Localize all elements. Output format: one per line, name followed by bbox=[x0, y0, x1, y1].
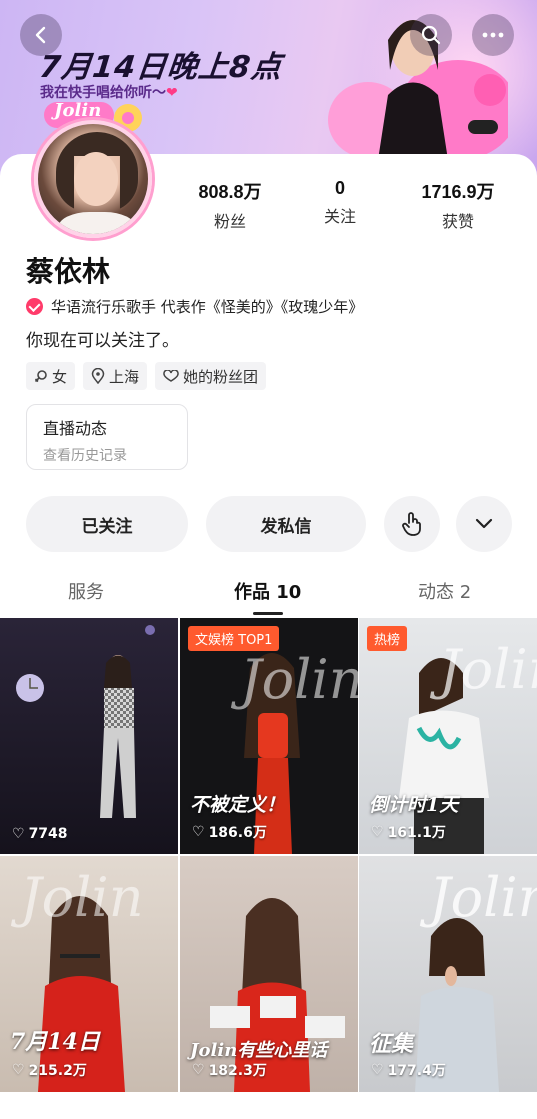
profile-name: 蔡依林 bbox=[26, 255, 111, 288]
female-icon bbox=[34, 370, 47, 383]
posts-grid: ♡ 7748 Jolin 文娱榜 TOP1 不被定义！ ♡ 186.6万 Jol… bbox=[0, 618, 537, 1119]
more-button[interactable] bbox=[472, 14, 514, 56]
post-caption: 不被定义！ bbox=[190, 794, 286, 816]
profile-tabs: 服务 作品 10 动态 2 bbox=[0, 572, 537, 618]
heart-icon: ♡ bbox=[371, 824, 384, 840]
stat-followers[interactable]: 808.8万 粉丝 bbox=[170, 178, 290, 232]
post-image bbox=[16, 625, 155, 818]
chevron-left-icon bbox=[35, 26, 46, 44]
back-button[interactable] bbox=[20, 14, 62, 56]
message-button[interactable]: 发私信 bbox=[206, 496, 366, 552]
banner-title: 7月14日晚上8点 bbox=[37, 50, 284, 85]
post-badge: 文娱榜 TOP1 bbox=[188, 626, 280, 651]
heart-icon: ♡ bbox=[192, 1062, 205, 1078]
search-icon bbox=[421, 25, 441, 45]
tab-moments[interactable]: 动态 2 bbox=[418, 578, 471, 604]
location-icon bbox=[91, 368, 105, 384]
heart-icon: ♡ bbox=[192, 824, 205, 840]
jolin-script-watermark: Jolin bbox=[439, 638, 537, 701]
post-likes: ♡ 186.6万 bbox=[192, 824, 267, 841]
post-thumbnail[interactable]: ♡ 7748 bbox=[0, 618, 178, 854]
action-bar: 已关注 发私信 bbox=[26, 496, 514, 552]
avatar-face bbox=[74, 152, 118, 206]
jolin-script-watermark: Jolin bbox=[429, 866, 537, 929]
post-likes: ♡ 177.4万 bbox=[371, 1062, 446, 1079]
verified-icon bbox=[26, 298, 43, 315]
avatar-container[interactable]: Jolin bbox=[24, 96, 160, 238]
post-likes: ♡ 161.1万 bbox=[371, 824, 446, 841]
stat-label: 关注 bbox=[323, 207, 356, 226]
stat-value: 808.8万 bbox=[198, 182, 262, 202]
heart-icon: ♡ bbox=[371, 1062, 384, 1078]
chevron-down-icon bbox=[475, 518, 493, 529]
post-thumbnail[interactable]: Jolin 文娱榜 TOP1 不被定义！ ♡ 186.6万 bbox=[180, 618, 358, 854]
heart-icon: ♡ bbox=[12, 826, 25, 842]
expand-button[interactable] bbox=[456, 496, 512, 552]
post-thumbnail[interactable]: Jolin 征集 ♡ 177.4万 bbox=[359, 856, 537, 1092]
tag-label: 女 bbox=[52, 367, 68, 386]
jolin-script-watermark: Jolin bbox=[20, 866, 144, 929]
stat-value: 0 bbox=[334, 178, 345, 198]
profile-stats: 808.8万 粉丝 0 关注 1716.9万 获赞 bbox=[170, 178, 537, 231]
post-likes: ♡ 215.2万 bbox=[12, 1062, 87, 1079]
hand-pointer-icon bbox=[402, 512, 421, 536]
profile-bio: 你现在可以关注了。 bbox=[26, 331, 179, 351]
post-likes: ♡ 7748 bbox=[12, 826, 68, 842]
profile-tags: 女 上海 她的粉丝团 bbox=[26, 362, 267, 390]
post-thumbnail[interactable]: Jolin 热榜 倒计时1天 ♡ 161.1万 bbox=[359, 618, 537, 854]
tag-gender: 女 bbox=[26, 362, 76, 390]
following-button[interactable]: 已关注 bbox=[26, 496, 188, 552]
post-thumbnail[interactable]: Jolin有些心里话 ♡ 182.3万 bbox=[180, 856, 358, 1092]
tab-active-indicator bbox=[253, 612, 283, 615]
jolin-script-watermark: Jolin bbox=[240, 648, 358, 711]
post-badge: 热榜 bbox=[367, 626, 408, 651]
profile-card: 808.8万 粉丝 0 关注 1716.9万 获赞 蔡依林 华语流行乐歌手 代表… bbox=[0, 154, 537, 1119]
search-button[interactable] bbox=[410, 14, 452, 56]
stat-likes[interactable]: 1716.9万 获赞 bbox=[398, 178, 518, 232]
post-likes: ♡ 182.3万 bbox=[192, 1062, 267, 1079]
stat-label: 粉丝 bbox=[213, 212, 246, 231]
fan-club-icon bbox=[163, 370, 179, 382]
heart-icon: ♡ bbox=[12, 1062, 25, 1078]
live-history-card[interactable]: 直播动态 查看历史记录 bbox=[26, 404, 188, 470]
post-caption: 征集 bbox=[369, 1031, 414, 1057]
post-thumbnail[interactable]: Jolin 7月14日 ♡ 215.2万 bbox=[0, 856, 178, 1092]
stat-value: 1716.9万 bbox=[421, 182, 495, 202]
avatar bbox=[34, 120, 152, 238]
post-caption: 7月14日 bbox=[10, 1029, 100, 1055]
tag-fan-club[interactable]: 她的粉丝团 bbox=[155, 362, 267, 390]
post-caption: Jolin有些心里话 bbox=[190, 1040, 328, 1061]
more-dots-icon bbox=[482, 32, 504, 38]
verified-info: 华语流行乐歌手 代表作《怪美的》《玫瑰少年》 bbox=[26, 296, 363, 317]
avatar-sticker-text: Jolin bbox=[54, 100, 102, 121]
post-caption: 倒计时1天 bbox=[369, 794, 459, 816]
tab-works[interactable]: 作品 10 bbox=[234, 578, 301, 604]
stat-label: 获赞 bbox=[441, 212, 474, 231]
tag-label: 她的粉丝团 bbox=[183, 367, 259, 386]
stat-following[interactable]: 0 关注 bbox=[280, 178, 400, 227]
gesture-button[interactable] bbox=[384, 496, 440, 552]
tab-services[interactable]: 服务 bbox=[68, 578, 104, 604]
live-title: 直播动态 bbox=[43, 419, 108, 438]
tag-location: 上海 bbox=[83, 362, 148, 390]
tag-label: 上海 bbox=[109, 367, 140, 386]
verified-text: 华语流行乐歌手 代表作《怪美的》《玫瑰少年》 bbox=[51, 298, 364, 316]
live-subtitle: 查看历史记录 bbox=[43, 448, 127, 464]
